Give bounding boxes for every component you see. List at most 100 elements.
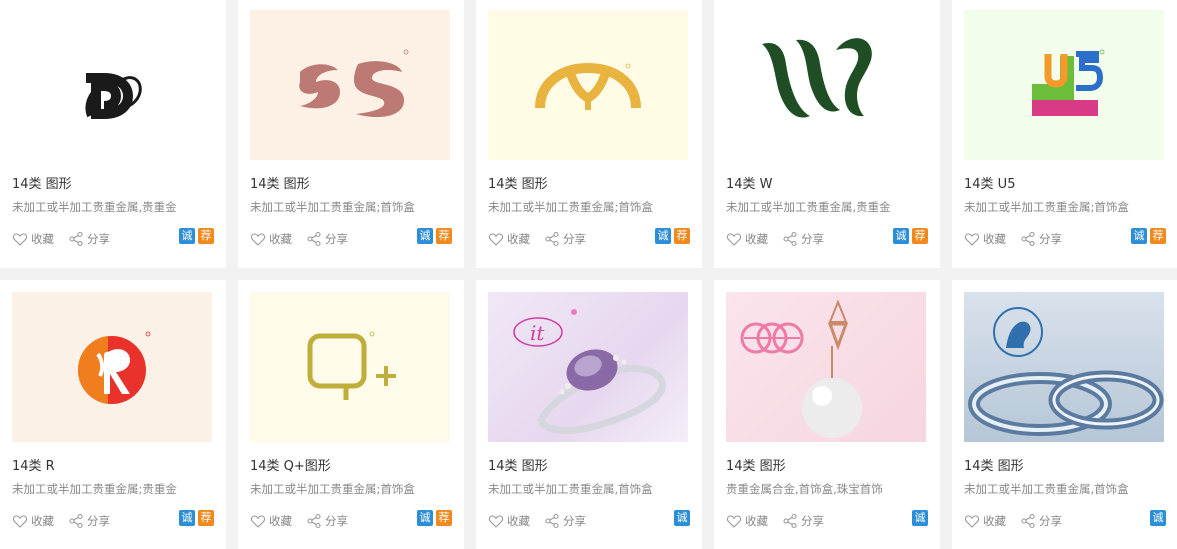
card-description: 未加工或半加工贵重金属,首饰盒	[964, 482, 1129, 496]
share-button[interactable]: 分享	[544, 513, 586, 529]
trademark-card[interactable]: 14类 图形 未加工或半加工贵重金属;首饰盒 收藏 分享 诚 荐	[476, 0, 702, 268]
trademark-image[interactable]	[250, 292, 450, 442]
share-label: 分享	[801, 514, 824, 528]
trademark-card[interactable]: 14类 图形 贵重金属合金,首饰盒,珠宝首饰 收藏 分享 诚	[714, 280, 940, 549]
card-title[interactable]: 14类 图形	[12, 173, 72, 192]
trademark-card[interactable]: 14类 U5 未加工或半加工贵重金属;首饰盒 收藏 分享 诚 荐	[952, 0, 1177, 268]
jian-badge: 荐	[912, 228, 928, 244]
favorite-button[interactable]: 收藏	[250, 513, 292, 529]
trademark-card[interactable]: it 14类 图形 未加工或半加工贵重金属,首饰盒 收藏 分享 诚	[476, 280, 702, 549]
card-title[interactable]: 14类 Q+图形	[250, 455, 331, 474]
favorite-button[interactable]: 收藏	[250, 231, 292, 247]
share-icon	[1021, 513, 1035, 529]
rings-photo-icon	[968, 307, 1164, 436]
bs-logo-icon	[299, 49, 409, 118]
trademark-card[interactable]: 14类 图形 未加工或半加工贵重金属;首饰盒 收藏 分享 诚 荐	[238, 0, 464, 268]
trademark-card[interactable]: 14类 Q+图形 未加工或半加工贵重金属;首饰盒 收藏 分享 诚 荐	[238, 280, 464, 549]
card-title[interactable]: 14类 图形	[250, 173, 310, 192]
share-icon	[69, 231, 83, 247]
cheng-badge: 诚	[912, 510, 928, 526]
trademark-image[interactable]	[726, 10, 926, 160]
share-button[interactable]: 分享	[306, 231, 348, 247]
heart-icon	[250, 233, 266, 246]
share-button[interactable]: 分享	[68, 513, 110, 529]
share-label: 分享	[87, 514, 110, 528]
card-description: 未加工或半加工贵重金属,首饰盒	[488, 482, 653, 496]
cheng-badge: 诚	[1131, 228, 1147, 244]
share-button[interactable]: 分享	[544, 231, 586, 247]
card-title[interactable]: 14类 R	[12, 455, 55, 474]
favorite-button[interactable]: 收藏	[12, 513, 54, 529]
cheng-badge: 诚	[179, 228, 195, 244]
share-button[interactable]: 分享	[782, 231, 824, 247]
share-icon	[545, 513, 559, 529]
trademark-image[interactable]	[964, 10, 1164, 160]
share-button[interactable]: 分享	[1020, 231, 1062, 247]
heart-icon	[964, 233, 980, 246]
share-button[interactable]: 分享	[1020, 513, 1062, 529]
trademark-image[interactable]: it	[488, 292, 688, 442]
card-title[interactable]: 14类 W	[726, 173, 773, 192]
favorite-button[interactable]: 收藏	[964, 513, 1006, 529]
card-description: 未加工或半加工贵重金属;首饰盒	[488, 200, 653, 214]
share-icon	[1021, 231, 1035, 247]
favorite-label: 收藏	[31, 514, 54, 528]
share-button[interactable]: 分享	[306, 513, 348, 529]
r-logo-icon	[77, 331, 151, 404]
trademark-image[interactable]	[488, 10, 688, 160]
heart-icon	[250, 515, 266, 528]
favorite-label: 收藏	[983, 232, 1006, 246]
share-icon	[783, 513, 797, 529]
card-title[interactable]: 14类 U5	[964, 173, 1015, 192]
favorite-label: 收藏	[507, 514, 530, 528]
w-logo-icon	[762, 38, 872, 118]
card-description: 未加工或半加工贵重金属;首饰盒	[250, 200, 415, 214]
favorite-button[interactable]: 收藏	[726, 513, 768, 529]
favorite-button[interactable]: 收藏	[488, 513, 530, 529]
share-label: 分享	[563, 514, 586, 528]
jian-badge: 荐	[198, 228, 214, 244]
share-button[interactable]: 分享	[782, 513, 824, 529]
jian-badge: 荐	[436, 510, 452, 526]
favorite-button[interactable]: 收藏	[12, 231, 54, 247]
favorite-button[interactable]: 收藏	[488, 231, 530, 247]
jian-badge: 荐	[674, 228, 690, 244]
trademark-image[interactable]	[250, 10, 450, 160]
pearl-pendant-photo-icon	[740, 299, 862, 438]
cheng-badge: 诚	[417, 228, 433, 244]
card-description: 贵重金属合金,首饰盒,珠宝首饰	[726, 482, 883, 496]
cheng-badge: 诚	[417, 510, 433, 526]
heart-icon	[12, 233, 28, 246]
card-title[interactable]: 14类 图形	[726, 455, 786, 474]
card-title[interactable]: 14类 图形	[964, 455, 1024, 474]
share-button[interactable]: 分享	[68, 231, 110, 247]
share-label: 分享	[1039, 232, 1062, 246]
heart-icon	[964, 515, 980, 528]
trademark-card[interactable]: 14类 R 未加工或半加工贵重金属;贵重金 收藏 分享 诚 荐	[0, 280, 226, 549]
it-ring-photo-icon: it	[513, 309, 666, 434]
trademark-image[interactable]	[726, 292, 926, 442]
favorite-label: 收藏	[745, 514, 768, 528]
card-description: 未加工或半加工贵重金属;首饰盒	[964, 200, 1129, 214]
trademark-card[interactable]: 14类 W 未加工或半加工贵重金属,贵重金 收藏 分享 诚 荐	[714, 0, 940, 268]
trademark-image[interactable]	[12, 292, 212, 442]
favorite-label: 收藏	[31, 232, 54, 246]
trademark-image[interactable]	[12, 10, 212, 160]
trademark-card[interactable]: 14类 图形 未加工或半加工贵重金属,首饰盒 收藏 分享 诚	[952, 280, 1177, 549]
heart-icon	[488, 233, 504, 246]
u5-logo-icon	[1032, 49, 1105, 116]
card-description: 未加工或半加工贵重金属,贵重金	[12, 200, 177, 214]
share-icon	[783, 231, 797, 247]
cheng-badge: 诚	[893, 228, 909, 244]
trademark-card[interactable]: 14类 图形 未加工或半加工贵重金属,贵重金 收藏 分享 诚 荐	[0, 0, 226, 268]
favorite-button[interactable]: 收藏	[964, 231, 1006, 247]
jian-badge: 荐	[198, 510, 214, 526]
card-title[interactable]: 14类 图形	[488, 455, 548, 474]
card-description: 未加工或半加工贵重金属,贵重金	[726, 200, 891, 214]
share-icon	[307, 231, 321, 247]
favorite-label: 收藏	[745, 232, 768, 246]
card-title[interactable]: 14类 图形	[488, 173, 548, 192]
trademark-image[interactable]	[964, 292, 1164, 442]
favorite-button[interactable]: 收藏	[726, 231, 768, 247]
gold-arch-logo-icon	[535, 62, 641, 110]
